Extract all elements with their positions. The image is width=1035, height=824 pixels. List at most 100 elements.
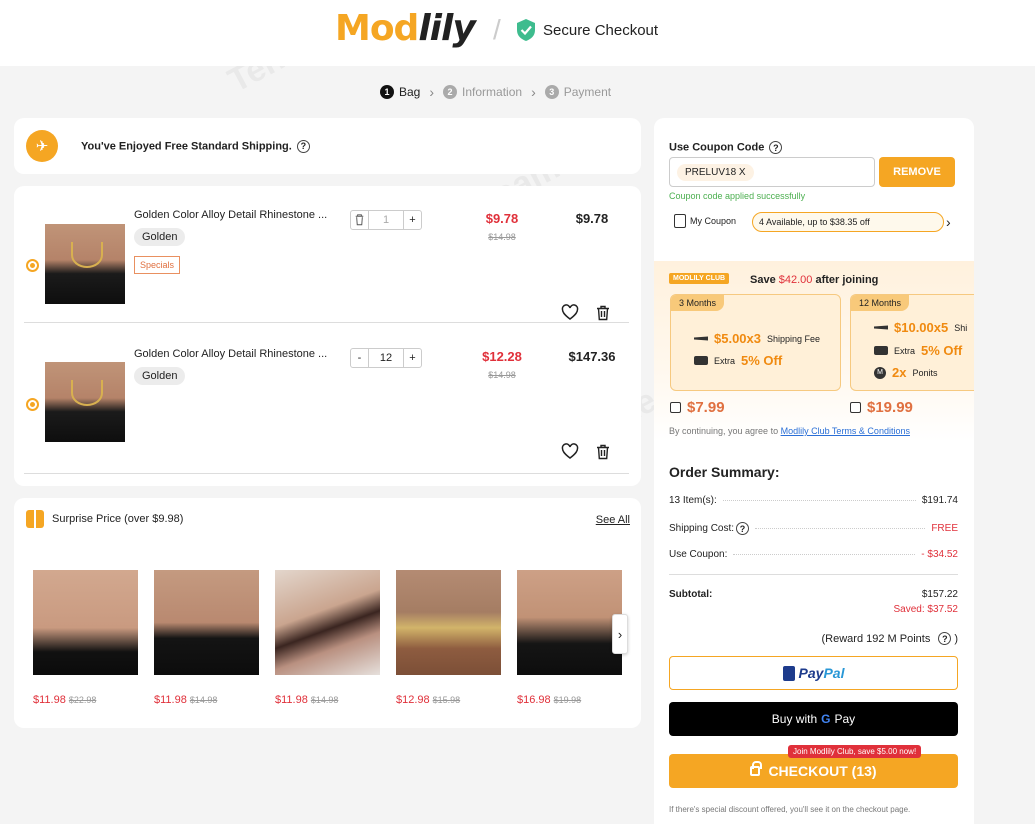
trash-icon[interactable]	[351, 211, 369, 229]
quantity-plus-button[interactable]: +	[403, 349, 421, 367]
club-save-suffix: after joining	[812, 274, 879, 286]
quantity-value[interactable]: 12	[369, 352, 403, 364]
item-select-radio[interactable]	[26, 398, 39, 411]
variant-pill[interactable]: Golden	[134, 367, 186, 385]
summary-value: FREE	[931, 523, 958, 534]
product-card[interactable]: $16.98 $19.98	[517, 570, 622, 706]
product-thumbnail[interactable]	[45, 224, 125, 304]
plan-price: $19.99	[867, 399, 913, 416]
summary-label: Shipping Cost:	[669, 523, 735, 534]
logo-text-mod: Mod	[335, 8, 419, 49]
reward-points: (Reward 192 M Points?)	[821, 632, 958, 645]
plan-extra-off: 5% Off	[741, 353, 783, 368]
plan-price-3-months[interactable]: $7.99	[670, 399, 725, 416]
product-original-price: $14.98	[310, 695, 339, 705]
club-plan-3-months[interactable]: 3 Months $5.00x3 Shipping Fee Extra 5% Of…	[670, 294, 841, 391]
product-thumbnail[interactable]	[45, 362, 125, 442]
product-card[interactable]: $11.98 $14.98	[275, 570, 380, 706]
product-price: $11.98	[275, 694, 308, 706]
product-card[interactable]: $11.98 $22.98	[33, 570, 138, 706]
product-price: $11.98	[154, 694, 187, 706]
step-information[interactable]: 2 Information	[443, 85, 522, 99]
trash-icon[interactable]	[594, 443, 612, 461]
step-payment[interactable]: 3 Payment	[544, 85, 612, 99]
checkout-button[interactable]: CHECKOUT (13)	[669, 754, 958, 788]
plan-checkbox[interactable]	[850, 402, 861, 413]
plan-price-12-months[interactable]: $19.99	[850, 399, 913, 416]
paypal-button[interactable]: Pay Pal	[669, 656, 958, 690]
step-number: 3	[544, 85, 559, 99]
join-club-tooltip[interactable]: Join Modlily Club, save $5.00 now!	[788, 745, 922, 758]
product-name[interactable]: Golden Color Alloy Detail Rhinestone ...	[134, 209, 327, 221]
bag-item: Golden Color Alloy Detail Rhinestone ...…	[24, 337, 629, 474]
help-icon[interactable]: ?	[296, 139, 310, 153]
remove-coupon-button[interactable]: REMOVE	[879, 157, 955, 187]
google-icon: G	[821, 712, 831, 726]
applied-coupon-chip[interactable]: PRELUV18 X	[677, 164, 754, 181]
plan-fee: $10.00x5	[894, 320, 949, 335]
product-image[interactable]	[154, 570, 259, 675]
line-total: $147.36	[568, 349, 616, 364]
help-icon[interactable]: ?	[736, 522, 750, 535]
summary-row-shipping: Shipping Cost:? FREE	[669, 522, 958, 535]
bag-item: Golden Color Alloy Detail Rhinestone ...…	[24, 186, 629, 323]
plan-points-multiplier: 2x	[892, 365, 907, 380]
see-all-link[interactable]: See All	[596, 514, 630, 526]
variant-pill[interactable]: Golden	[134, 228, 186, 246]
carousel-next-button[interactable]: ›	[612, 614, 628, 654]
quantity-plus-button[interactable]: +	[403, 211, 421, 229]
checkout-label: CHECKOUT (13)	[768, 763, 877, 779]
plan-points-label: Ponits	[912, 367, 938, 378]
product-card[interactable]: $11.98 $14.98	[154, 570, 259, 706]
my-coupon-label: My Coupon	[690, 216, 737, 226]
product-image[interactable]	[275, 570, 380, 675]
plan-checkbox[interactable]	[670, 402, 681, 413]
m-points-icon: M	[874, 366, 886, 379]
help-icon[interactable]: ?	[938, 632, 952, 645]
product-image[interactable]	[517, 570, 622, 675]
quantity-minus-button[interactable]: -	[351, 349, 369, 367]
product-original-price: $14.98	[189, 695, 218, 705]
original-price: $14.98	[488, 232, 516, 242]
product-name[interactable]: Golden Color Alloy Detail Rhinestone ...	[134, 348, 327, 360]
coupon-label: Use Coupon Code	[669, 141, 765, 154]
lock-icon	[750, 761, 763, 776]
summary-label: Use Coupon:	[669, 549, 728, 560]
step-label: Bag	[399, 85, 421, 99]
my-coupon[interactable]: My Coupon	[674, 214, 736, 228]
help-icon[interactable]: ?	[769, 141, 783, 154]
surprise-price-section: Surprise Price (over $9.98) See All $11.…	[14, 498, 641, 728]
club-plan-12-months[interactable]: 12 Months $10.00x5 Shi Extra 5% Off M 2x Po…	[850, 294, 974, 391]
product-image[interactable]	[33, 570, 138, 675]
original-price: $14.98	[488, 370, 516, 380]
heart-icon[interactable]	[561, 304, 579, 322]
google-pay-button[interactable]: Buy with G Pay	[669, 702, 958, 736]
step-bag[interactable]: 1 Bag	[380, 85, 420, 99]
item-select-radio[interactable]	[26, 259, 39, 272]
product-image[interactable]	[396, 570, 501, 675]
club-terms-link[interactable]: Modlily Club Terms & Conditions	[781, 426, 910, 436]
summary-value: - $34.52	[921, 549, 958, 560]
coupon-input[interactable]: PRELUV18 X	[669, 157, 875, 187]
gpay-prefix: Buy with	[771, 712, 818, 726]
quantity-value[interactable]: 1	[369, 214, 403, 226]
coupon-icon	[674, 214, 686, 228]
saved-amount: Saved: $37.52	[893, 604, 959, 615]
plan-fee-label: Shi	[954, 322, 968, 333]
available-coupons[interactable]: 4 Available, up to $38.35 off	[752, 212, 944, 232]
product-card[interactable]: $12.98 $15.98	[396, 570, 501, 706]
product-price: $11.98	[33, 694, 66, 706]
step-number: 1	[380, 85, 394, 99]
quantity-stepper: 1 +	[350, 210, 422, 230]
modlily-logo[interactable]: Modlily	[335, 8, 476, 49]
club-save-amount: $42.00	[778, 274, 813, 286]
chevron-right-icon[interactable]: ›	[946, 214, 951, 230]
sale-price: $9.78	[485, 211, 519, 226]
step-label: Payment	[563, 85, 612, 99]
trash-icon[interactable]	[594, 304, 612, 322]
secure-checkout-label: Secure Checkout	[543, 21, 659, 39]
percent-icon	[694, 356, 708, 365]
heart-icon[interactable]	[561, 443, 579, 461]
order-panel: Use Coupon Code? PRELUV18 X REMOVE Coupo…	[654, 118, 974, 824]
summary-value: $191.74	[921, 495, 958, 506]
